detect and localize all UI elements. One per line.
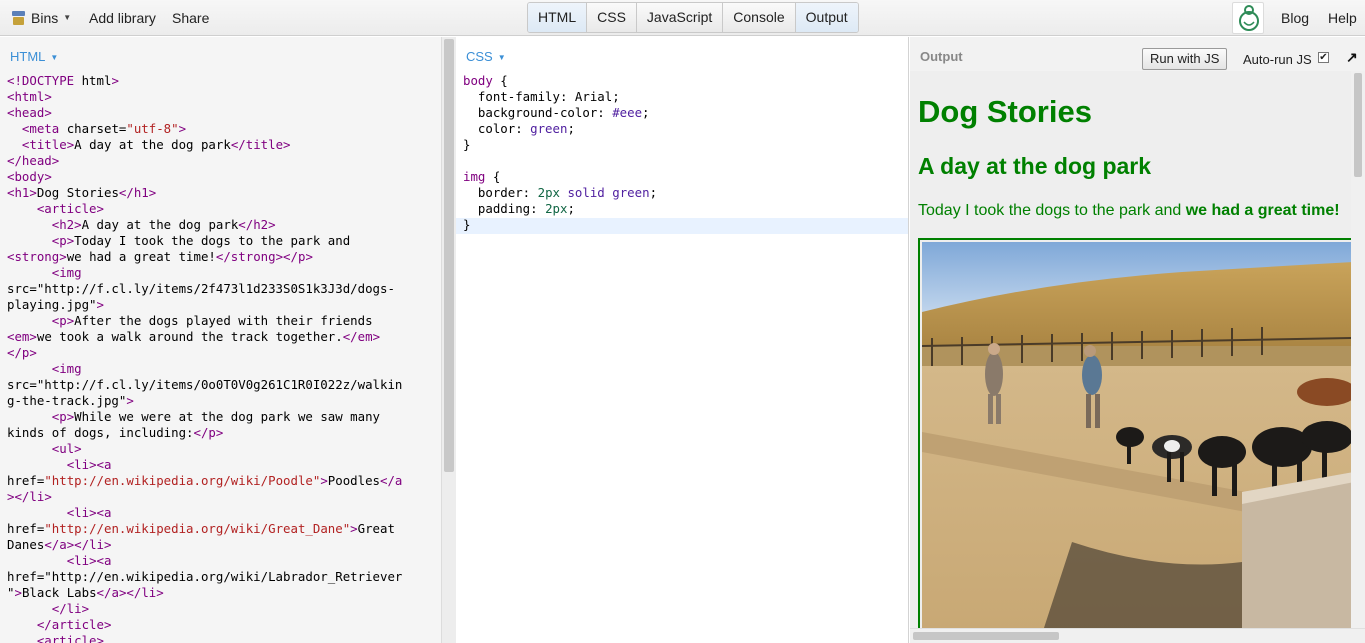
output-heading-2: A day at the dog park <box>918 153 1152 179</box>
css-code-line: padding: 2px; <box>463 201 575 216</box>
css-pane-label[interactable]: CSS ▼ <box>466 49 506 64</box>
tab-javascript[interactable]: JavaScript <box>636 3 724 32</box>
html-code-line: <h2>A day at the dog park</h2> <box>51 217 276 232</box>
css-code-line: } <box>463 217 471 232</box>
tab-html[interactable]: HTML <box>528 3 588 32</box>
html-code-line: <!DOCTYPE html> <box>7 73 119 88</box>
caret-down-icon: ▼ <box>50 53 59 63</box>
html-code-editor[interactable]: <!DOCTYPE html> <html> <head> <meta charse… <box>7 73 402 643</box>
html-code-line: g-the-track.jpg"> <box>7 393 134 408</box>
html-code-line: href="http://en.wikipedia.org/wiki/Poodl… <box>7 473 403 488</box>
css-code-line: body { <box>463 73 508 88</box>
html-code-line: <article> <box>36 633 104 643</box>
jsbin-logo-icon[interactable] <box>1232 2 1264 34</box>
css-code-line: } <box>463 137 471 152</box>
scrollbar-thumb[interactable] <box>913 632 1059 640</box>
dogs-playing-image <box>918 238 1351 628</box>
css-code-line: border: 2px solid green; <box>463 185 658 200</box>
html-code-line: <meta charset="utf-8"> <box>21 121 187 136</box>
html-code-line: src="http://f.cl.ly/items/2f473l1d233S0S… <box>7 281 395 296</box>
output-frame[interactable]: Dog Stories A day at the dog park Today … <box>910 71 1351 628</box>
html-code-line: href="http://en.wikipedia.org/wiki/Labra… <box>7 569 403 584</box>
html-code-line: <li><a <box>66 457 112 472</box>
html-code-line: <article> <box>36 201 104 216</box>
html-code-line: <strong>we had a great time!</strong></p… <box>7 249 313 264</box>
output-scrollbar-vertical[interactable] <box>1351 71 1365 628</box>
output-paragraph: Today I took the dogs to the park and we… <box>918 202 1340 220</box>
css-code-editor[interactable]: body { font-family: Arial; background-co… <box>463 73 657 233</box>
share-button[interactable]: Share <box>172 0 209 36</box>
tab-console[interactable]: Console <box>723 3 796 32</box>
autorun-checkbox[interactable]: ✔ <box>1318 52 1329 63</box>
bins-menu[interactable]: Bins ▼ <box>12 0 71 36</box>
run-with-js-button[interactable]: Run with JS <box>1142 48 1228 70</box>
tab-css[interactable]: CSS <box>587 3 637 32</box>
html-code-line: <ul> <box>51 441 82 456</box>
html-code-line: <body> <box>7 169 52 184</box>
output-scrollbar-horizontal[interactable] <box>910 628 1365 643</box>
html-code-line: <head> <box>7 105 52 120</box>
html-code-line: <p>After the dogs played with their frie… <box>51 313 373 328</box>
html-code-line: <h1>Dog Stories</h1> <box>7 185 157 200</box>
html-code-line: <p>Today I took the dogs to the park and <box>51 233 351 248</box>
html-code-line: <title>A day at the dog park</title> <box>21 137 291 152</box>
css-editor-pane[interactable]: CSS ▼ body { font-family: Arial; backgrou… <box>456 37 909 643</box>
autorun-label: Auto-run JS <box>1243 52 1312 67</box>
html-code-line: ">Black Labs</a></li> <box>7 585 164 600</box>
html-code-line: </li> <box>51 601 90 616</box>
html-code-line: </article> <box>36 617 112 632</box>
html-pane-label[interactable]: HTML ▼ <box>10 49 58 64</box>
help-link[interactable]: Help <box>1328 0 1357 36</box>
html-code-line: <html> <box>7 89 52 104</box>
add-library-button[interactable]: Add library <box>89 0 156 36</box>
panel-tabs: HTML CSS JavaScript Console Output <box>527 2 859 33</box>
html-code-line: <p>While we were at the dog park we saw … <box>51 409 381 424</box>
html-code-line: <img <box>51 361 82 376</box>
css-code-line: font-family: Arial; <box>463 89 620 104</box>
html-code-line: href="http://en.wikipedia.org/wiki/Great… <box>7 521 395 536</box>
scrollbar-thumb[interactable] <box>1354 73 1362 177</box>
css-code-line <box>463 153 657 169</box>
caret-down-icon: ▼ <box>63 13 72 22</box>
caret-down-icon: ▼ <box>497 53 506 63</box>
html-code-line: </head> <box>7 153 60 168</box>
output-pane: Output Run with JS Auto-run JS ✔ ↗ Dog S… <box>910 37 1365 643</box>
html-editor-pane[interactable]: HTML ▼ <!DOCTYPE html> <html> <head> <meta … <box>0 37 441 643</box>
html-code-line: playing.jpg"> <box>7 297 104 312</box>
paragraph-text: Today I took the dogs to the park and <box>918 202 1186 219</box>
html-code-line: <em>we took a walk around the track toge… <box>7 329 381 344</box>
css-code-line: img { <box>463 169 501 184</box>
bins-label: Bins <box>31 10 59 26</box>
tab-output[interactable]: Output <box>795 3 858 32</box>
html-code-line: kinds of dogs, including:</p> <box>7 425 224 440</box>
html-code-line: ></li> <box>7 489 52 504</box>
dogs-playing-photo <box>922 242 1351 628</box>
css-code-line: color: green; <box>463 121 575 136</box>
html-code-line: <li><a <box>66 553 112 568</box>
output-label: Output <box>920 49 963 64</box>
html-code-line: </p> <box>7 345 37 360</box>
html-code-line: src="http://f.cl.ly/items/0o0T0V0g261C1R… <box>7 377 403 392</box>
html-pane-scrollbar[interactable] <box>441 37 456 643</box>
paragraph-strong: we had a great time! <box>1185 202 1340 219</box>
html-code-line: Danes</a></li> <box>7 537 112 552</box>
css-code-line: background-color: #eee; <box>463 105 650 120</box>
output-heading-1: Dog Stories <box>918 94 1092 129</box>
output-header: Output Run with JS Auto-run JS ✔ ↗ <box>910 37 1365 71</box>
top-toolbar: Bins ▼ Add library Share HTML CSS JavaSc… <box>0 0 1365 36</box>
html-code-line: <img <box>51 265 82 280</box>
arrow-up-right-icon[interactable]: ↗ <box>1346 49 1358 66</box>
scrollbar-thumb[interactable] <box>444 39 454 472</box>
blog-link[interactable]: Blog <box>1281 0 1309 36</box>
html-pane-label-text: HTML <box>10 49 46 64</box>
css-pane-label-text: CSS <box>466 49 493 64</box>
bins-icon <box>12 11 25 25</box>
html-code-line: <li><a <box>66 505 112 520</box>
